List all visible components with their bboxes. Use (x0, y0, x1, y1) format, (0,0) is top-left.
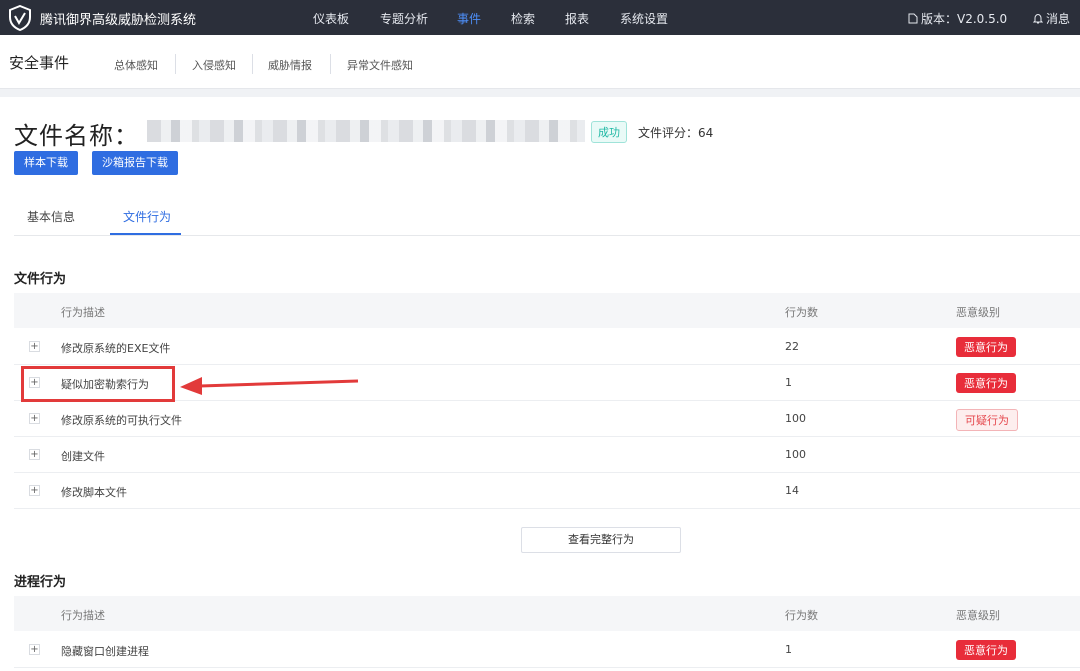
messages-button[interactable]: 消息 (1032, 10, 1071, 27)
column-header-level: 恶意级别 (956, 609, 1000, 622)
divider (330, 54, 331, 74)
section-header: 安全事件 总体感知 入侵感知 威胁情报 异常文件感知 (0, 35, 1080, 89)
file-name-label: 文件名称： (14, 122, 139, 150)
nav-dashboard[interactable]: 仪表板 (313, 10, 349, 27)
behavior-description: 隐藏窗口创建进程 (61, 645, 149, 658)
behavior-count: 22 (785, 340, 799, 353)
tab-file-behavior[interactable]: 文件行为 (123, 208, 171, 225)
view-full-behavior-button[interactable]: 查看完整行为 (521, 527, 681, 553)
nav-system-settings[interactable]: 系统设置 (620, 10, 668, 27)
table-row[interactable]: + 创建文件 100 (14, 437, 1080, 473)
divider (252, 54, 253, 74)
behavior-description: 修改原系统的可执行文件 (61, 414, 182, 427)
expand-icon[interactable]: + (29, 449, 40, 460)
behavior-count: 1 (785, 643, 792, 656)
process-behavior-table-header: 行为描述 行为数 恶意级别 (14, 596, 1080, 631)
sandbox-report-download-button[interactable]: 沙箱报告下载 (92, 151, 178, 175)
behavior-count: 100 (785, 448, 806, 461)
nav-search[interactable]: 检索 (511, 10, 535, 27)
table-row[interactable]: + 修改原系统的可执行文件 100 可疑行为 (14, 401, 1080, 437)
column-header-description: 行为描述 (61, 609, 105, 622)
subtab-threat-intel[interactable]: 威胁情报 (268, 57, 312, 73)
file-behavior-title: 文件行为 (14, 272, 67, 287)
nav-reports[interactable]: 报表 (565, 10, 589, 27)
behavior-count: 100 (785, 412, 806, 425)
malicious-tag: 恶意行为 (956, 373, 1016, 393)
column-header-description: 行为描述 (61, 306, 105, 319)
behavior-description: 修改脚本文件 (61, 486, 127, 499)
version-label: 版本：V2.0.5.0 (908, 10, 1007, 27)
table-row[interactable]: + 隐藏窗口创建进程 1 恶意行为 (14, 632, 1080, 668)
top-nav-bar: 腾讯御界高级威胁检测系统 仪表板 专题分析 事件 检索 报表 系统设置 版本：V… (0, 0, 1080, 35)
page-title: 安全事件 (9, 54, 70, 72)
behavior-count: 1 (785, 376, 792, 389)
annotation-highlight-box (21, 366, 175, 402)
tab-divider (14, 235, 1080, 236)
document-icon (908, 13, 918, 24)
table-row[interactable]: + 修改原系统的EXE文件 22 恶意行为 (14, 329, 1080, 365)
expand-icon[interactable]: + (29, 644, 40, 655)
shield-logo-icon (9, 5, 31, 31)
divider (175, 54, 176, 74)
column-header-count: 行为数 (785, 306, 818, 319)
behavior-count: 14 (785, 484, 799, 497)
subtab-abnormal-file[interactable]: 异常文件感知 (347, 57, 413, 73)
column-header-level: 恶意级别 (956, 306, 1000, 319)
expand-icon[interactable]: + (29, 413, 40, 424)
subtab-intrusion-awareness[interactable]: 入侵感知 (192, 57, 236, 73)
file-score: 文件评分：64 (638, 126, 714, 140)
column-header-count: 行为数 (785, 609, 818, 622)
suspicious-tag: 可疑行为 (956, 409, 1018, 431)
nav-events[interactable]: 事件 (457, 10, 481, 27)
malicious-tag: 恶意行为 (956, 337, 1016, 357)
status-badge: 成功 (591, 121, 627, 143)
expand-icon[interactable]: + (29, 485, 40, 496)
process-behavior-title: 进程行为 (14, 575, 67, 590)
expand-icon[interactable]: + (29, 341, 40, 352)
sample-download-button[interactable]: 样本下载 (14, 151, 78, 175)
app-title: 腾讯御界高级威胁检测系统 (40, 13, 197, 28)
version-text: 版本：V2.0.5.0 (921, 12, 1008, 26)
subtab-overall-awareness[interactable]: 总体感知 (114, 57, 158, 73)
nav-topic-analysis[interactable]: 专题分析 (380, 10, 428, 27)
bell-icon (1032, 13, 1044, 24)
file-behavior-table-header: 行为描述 行为数 恶意级别 (14, 293, 1080, 328)
table-row[interactable]: + 修改脚本文件 14 (14, 473, 1080, 509)
behavior-description: 修改原系统的EXE文件 (61, 342, 171, 355)
behavior-description: 创建文件 (61, 450, 105, 463)
annotation-arrow-icon (180, 377, 359, 395)
messages-label: 消息 (1046, 12, 1071, 26)
malicious-tag: 恶意行为 (956, 640, 1016, 660)
tab-basic-info[interactable]: 基本信息 (27, 208, 75, 225)
redacted-file-name (147, 120, 585, 142)
